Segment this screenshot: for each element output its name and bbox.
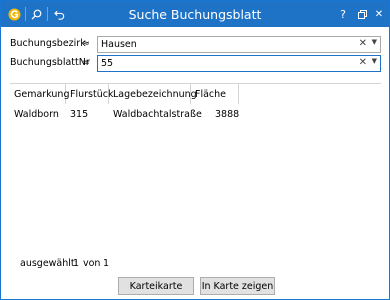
- cell-flurstueck: 315: [70, 109, 89, 120]
- title-bar: Suche Buchungsblatt ? ✕: [1, 1, 389, 27]
- bezirk-label: Buchungsbezirk: [10, 38, 86, 49]
- total-count: 1: [103, 258, 110, 269]
- results-table: Gemarkung Flurstück Lagebezeichnung Fläc…: [10, 83, 381, 244]
- clear-icon[interactable]: ✕: [359, 57, 367, 68]
- karteikarte-button[interactable]: Karteikarte: [118, 277, 194, 295]
- chevron-down-icon[interactable]: ▼: [372, 57, 377, 65]
- column-header-gemarkung[interactable]: Gemarkung: [10, 84, 69, 104]
- nr-operator: =: [82, 57, 90, 68]
- nr-label: BuchungsblattNr: [10, 57, 90, 68]
- restore-window-icon[interactable]: [356, 1, 368, 27]
- column-header-lagebezeichnung[interactable]: Lagebezeichnung: [109, 84, 197, 104]
- search-dialog: Suche Buchungsblatt ? ✕ Buchungsbezirk ≈…: [0, 0, 390, 300]
- selected-count: 1: [73, 258, 80, 269]
- nr-combobox[interactable]: 55 ✕ ▼: [97, 55, 381, 72]
- close-button[interactable]: ✕: [373, 1, 385, 27]
- chevron-down-icon[interactable]: ▼: [372, 38, 377, 46]
- bezirk-combobox[interactable]: Hausen ✕ ▼: [97, 36, 381, 53]
- cell-gemarkung: Waldborn: [14, 109, 59, 120]
- of-label: von: [83, 258, 101, 269]
- clear-icon[interactable]: ✕: [359, 38, 367, 49]
- column-header-flurstueck[interactable]: Flurstück: [66, 84, 113, 104]
- cell-flaeche: 3888: [215, 109, 240, 120]
- selected-label: ausgewählt:: [20, 258, 78, 269]
- window-title: Suche Buchungsblatt: [128, 7, 262, 22]
- bezirk-value: Hausen: [101, 39, 137, 50]
- bezirk-operator: ≈: [82, 38, 90, 49]
- in-karte-zeigen-button[interactable]: In Karte zeigen: [200, 277, 275, 295]
- cell-lagebezeichnung: Waldbachtalstraße: [113, 109, 202, 120]
- column-header-flaeche[interactable]: Fläche: [191, 84, 239, 104]
- help-button[interactable]: ?: [337, 1, 349, 27]
- nr-value: 55: [101, 58, 114, 69]
